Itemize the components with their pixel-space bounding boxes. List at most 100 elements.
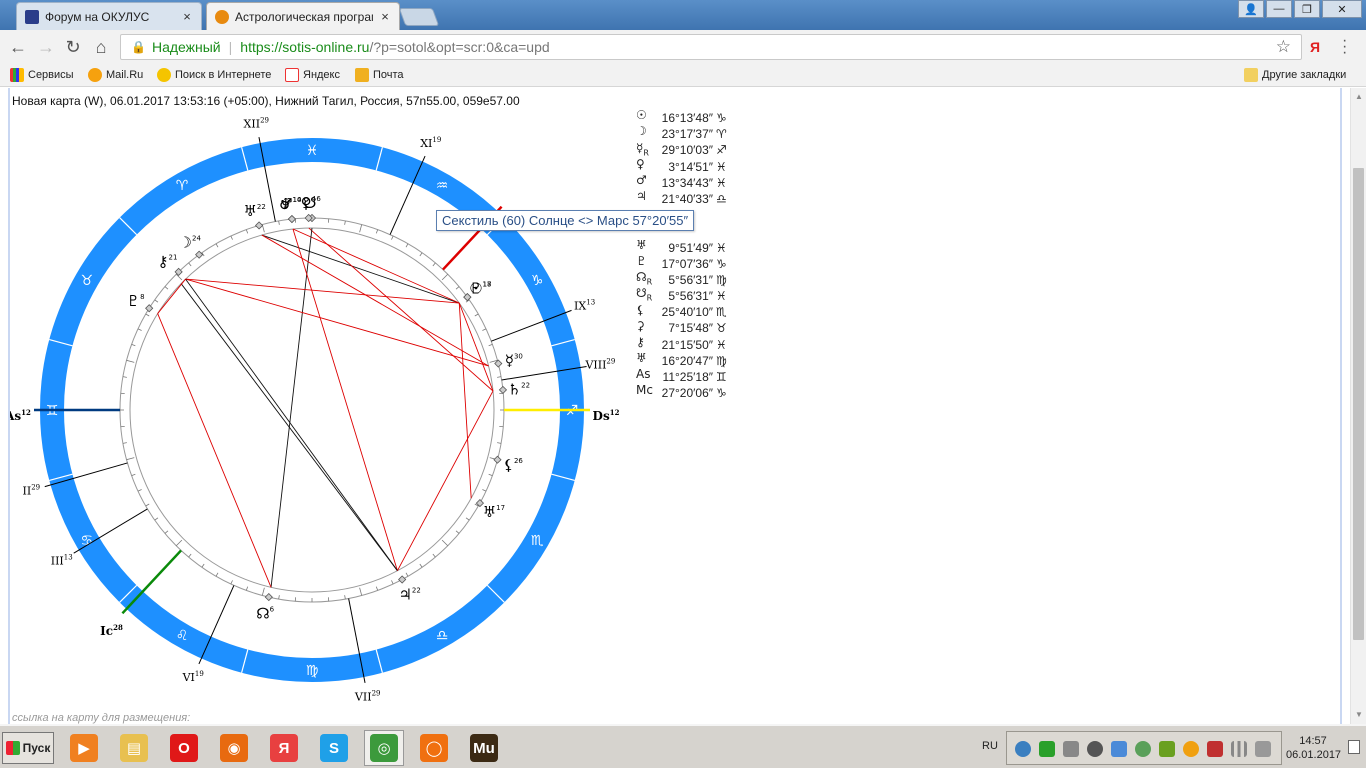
skype-button[interactable]: S (314, 730, 354, 766)
planet-sign: ♉ (716, 321, 727, 336)
chrome-button[interactable]: ◎ (364, 730, 404, 766)
planet-marker (254, 221, 264, 230)
scroll-down-icon[interactable]: ▼ (1355, 710, 1363, 719)
house-label: VI19 (182, 670, 204, 684)
planet-glyph: ☊6 (256, 605, 274, 623)
home-icon[interactable]: ⌂ (91, 37, 111, 57)
language-indicator[interactable]: RU (982, 740, 998, 752)
taskbar: Пуск ▶ ▤ O ◉ Я S ◎ ◯ Mu RU 14:57 06.01.2017 (0, 724, 1366, 768)
planet-sign: ♍ (716, 272, 727, 287)
planet-glyph: ☽24 (179, 234, 202, 252)
aspect-line (157, 313, 272, 588)
scroll-thumb[interactable] (1353, 168, 1364, 640)
restore-button[interactable]: ❐ (1294, 0, 1320, 18)
aspect-line (458, 302, 494, 392)
bookmark-mailru[interactable]: Mail.Ru (88, 68, 143, 82)
tab-okulus[interactable]: Форум на ОКУЛУС × (16, 2, 202, 30)
download-arrow-icon[interactable] (1039, 741, 1055, 757)
natal-chart-wheel[interactable]: ♓♒♑♐♏♎♍♌♋♊♉♈XII29XI19IX13VIII29II29III13… (10, 110, 630, 720)
other-bookmarks[interactable]: Другие закладки (1244, 68, 1346, 82)
menu-icon[interactable]: · · · (1342, 33, 1347, 61)
yandex-browser-button[interactable]: Я (264, 730, 304, 766)
close-icon[interactable]: × (181, 9, 193, 24)
house-label: II29 (22, 483, 40, 497)
bookmark-label: Почта (373, 69, 404, 81)
house-label: III13 (51, 553, 73, 567)
planet-sign: ♓ (716, 175, 727, 190)
reload-icon[interactable]: ↻ (63, 37, 83, 57)
planet-glyph: ⚷21 (158, 252, 178, 270)
muse-button[interactable]: Mu (464, 730, 504, 766)
bookmark-search[interactable]: Поиск в Интернете (157, 68, 271, 82)
opera-button[interactable]: O (164, 730, 204, 766)
axis-label: Ds12 (593, 408, 620, 423)
degree-tick (455, 286, 460, 290)
volume-icon[interactable] (1255, 741, 1271, 757)
close-icon[interactable]: × (379, 9, 391, 24)
satellite-icon[interactable] (1111, 741, 1127, 757)
degree-tick (154, 517, 159, 521)
planet-glyph: ♅17 (483, 503, 505, 521)
planet-sign: ♏ (716, 305, 727, 320)
clock[interactable]: 14:57 06.01.2017 (1286, 734, 1342, 762)
chart-header: Новая карта (W), 06.01.2017 13:53:16 (+0… (12, 94, 520, 108)
bookmarks-bar: Сервисы Mail.Ru Поиск в Интернете Яндекс… (0, 64, 1366, 87)
bookmark-yandex[interactable]: Яндекс (285, 68, 340, 82)
address-bar[interactable]: 🔒 Надежный | https://sotis-online.ru /?p… (120, 34, 1302, 60)
planet-positions-list: ☉ 16°13′48″ ♑ ☽ 23°17′37″ ♈ ☿R 29°10′03″ ♐ ♀ 3°14′… (636, 108, 727, 401)
close-window-button[interactable]: ✕ (1322, 0, 1362, 18)
planet-sign: ♓ (716, 289, 727, 304)
degree-tick (278, 220, 280, 225)
minimize-button[interactable]: — (1266, 0, 1292, 18)
planet-position: 5°56′31″ (668, 289, 713, 304)
planet-position: 9°51′49″ (668, 240, 713, 255)
planet-sign: ♐ (716, 143, 727, 158)
planet-row: Mc 27°20′06″ ♑ (636, 383, 727, 401)
nvidia-icon[interactable] (1159, 741, 1175, 757)
bookmark-star-icon[interactable]: ☆ (1276, 37, 1291, 57)
degree-tick (359, 587, 363, 596)
degree-tick (359, 224, 363, 233)
antivirus-icon[interactable] (1135, 741, 1151, 757)
aspect-line (261, 234, 460, 304)
planet-position: 17°07′36″ (661, 256, 713, 271)
planet-sign: ♍ (716, 353, 727, 368)
bookmark-mail[interactable]: Почта (355, 68, 404, 82)
start-button[interactable]: Пуск (2, 732, 54, 764)
file-manager-button[interactable]: ▤ (114, 730, 154, 766)
tab-astrology[interactable]: Астрологическая програм × (206, 2, 400, 30)
back-icon[interactable]: ← (8, 37, 28, 57)
file-manager-icon: ▤ (120, 734, 148, 762)
forum-favicon (25, 9, 39, 24)
yandex-extension-icon[interactable]: Я (1310, 39, 1320, 55)
profile-icon[interactable]: 👤 (1238, 0, 1264, 18)
bookmark-services[interactable]: Сервисы (10, 68, 74, 82)
degree-tick (164, 530, 169, 534)
bookmark-label: Яндекс (303, 69, 340, 81)
scroll-up-icon[interactable]: ▲ (1355, 92, 1363, 101)
network-globe-icon[interactable] (1015, 741, 1031, 757)
search-icon (157, 68, 171, 82)
avast-icon[interactable] (1183, 741, 1199, 757)
safely-remove-icon[interactable] (1207, 741, 1223, 757)
page-scrollbar[interactable]: ▲ ▼ (1350, 88, 1366, 724)
show-desktop-button[interactable] (1348, 740, 1360, 754)
degree-tick (405, 572, 409, 577)
new-tab-button[interactable] (398, 8, 440, 26)
media-player-button[interactable]: ▶ (64, 730, 104, 766)
zodiac-sign-glyph: ♒ (436, 178, 449, 194)
forward-icon[interactable]: → (36, 37, 56, 57)
planet-position: 13°34′43″ (661, 175, 713, 190)
zodiac-sign-glyph: ♍ (306, 663, 319, 679)
planet-marker (145, 304, 154, 313)
secure-label: Надежный (151, 39, 221, 55)
eye-icon[interactable] (1087, 741, 1103, 757)
planet-marker (498, 385, 508, 395)
clock-date: 06.01.2017 (1286, 749, 1342, 761)
signal-bars-icon[interactable] (1231, 741, 1247, 757)
bookmark-label: Поиск в Интернете (175, 69, 272, 81)
printer-icon[interactable] (1063, 741, 1079, 757)
origin-button[interactable]: ◯ (414, 730, 454, 766)
firefox-button[interactable]: ◉ (214, 730, 254, 766)
degree-tick (455, 530, 460, 534)
